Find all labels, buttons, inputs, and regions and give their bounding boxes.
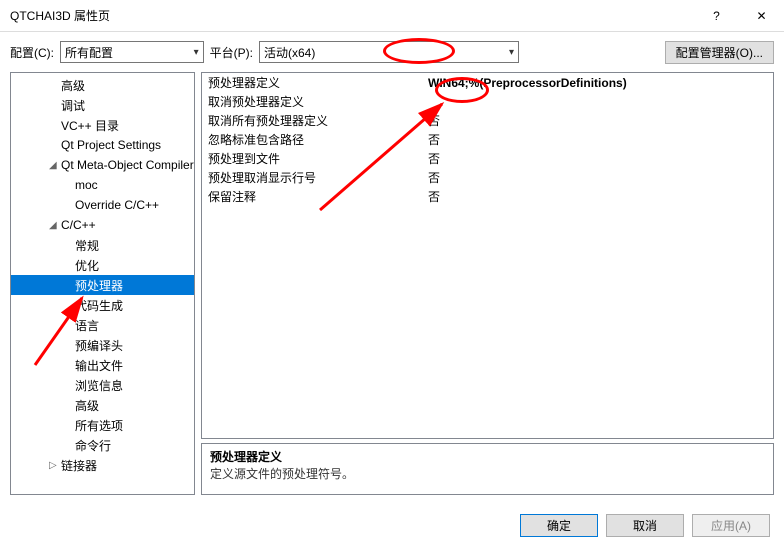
tree-item-label: 调试 <box>61 97 85 114</box>
tree-panel[interactable]: 高级调试VC++ 目录Qt Project Settings◢Qt Meta-O… <box>10 72 195 495</box>
property-row[interactable]: 取消所有预处理器定义否 <box>202 111 773 130</box>
tree-item[interactable]: 代码生成 <box>11 295 194 315</box>
platform-label: 平台(P): <box>210 44 253 61</box>
property-value: 否 <box>422 187 773 206</box>
tree-item[interactable]: 常规 <box>11 235 194 255</box>
tree-item[interactable]: Override C/C++ <box>11 195 194 215</box>
property-key: 预处理取消显示行号 <box>202 168 422 187</box>
tree-item[interactable]: 所有选项 <box>11 415 194 435</box>
property-row[interactable]: 预处理取消显示行号否 <box>202 168 773 187</box>
property-key: 取消预处理器定义 <box>202 92 422 111</box>
tree-item-label: 常规 <box>75 237 99 254</box>
platform-dropdown[interactable]: 活动(x64) ▾ <box>259 41 519 63</box>
tree-expander-icon: ◢ <box>49 160 61 171</box>
config-label: 配置(C): <box>10 44 54 61</box>
tree-item[interactable]: Qt Project Settings <box>11 135 194 155</box>
tree-item[interactable]: 浏览信息 <box>11 375 194 395</box>
property-value: 否 <box>422 168 773 187</box>
description-panel: 预处理器定义 定义源文件的预处理符号。 <box>201 443 774 495</box>
property-value: 否 <box>422 111 773 130</box>
tree-item[interactable]: 命令行 <box>11 435 194 455</box>
tree-item[interactable]: 输出文件 <box>11 355 194 375</box>
close-button[interactable]: ✕ <box>739 0 784 32</box>
tree-item[interactable]: 高级 <box>11 395 194 415</box>
tree-item[interactable]: ◢Qt Meta-Object Compiler <box>11 155 194 175</box>
tree-item[interactable]: 调试 <box>11 95 194 115</box>
property-row[interactable]: 保留注释否 <box>202 187 773 206</box>
tree-item-label: moc <box>75 178 98 192</box>
tree-item-label: 浏览信息 <box>75 377 123 394</box>
tree-item[interactable]: 语言 <box>11 315 194 335</box>
tree-item-label: 高级 <box>75 397 99 414</box>
tree-item[interactable]: ▷链接器 <box>11 455 194 475</box>
tree-item-label: Qt Meta-Object Compiler <box>61 158 194 172</box>
platform-value: 活动(x64) <box>264 44 509 61</box>
tree-item-label: 预编译头 <box>75 337 123 354</box>
tree-item-label: 语言 <box>75 317 99 334</box>
tree-item-label: C/C++ <box>61 218 96 232</box>
footer: 确定 取消 应用(A) <box>0 505 784 545</box>
main-area: 高级调试VC++ 目录Qt Project Settings◢Qt Meta-O… <box>0 62 784 505</box>
property-value: 否 <box>422 149 773 168</box>
property-key: 保留注释 <box>202 187 422 206</box>
tree-item[interactable]: moc <box>11 175 194 195</box>
apply-button[interactable]: 应用(A) <box>692 514 770 537</box>
tree-item-label: VC++ 目录 <box>61 117 119 134</box>
property-panel: 预处理器定义WIN64;%(PreprocessorDefinitions)取消… <box>201 72 774 439</box>
config-manager-button[interactable]: 配置管理器(O)... <box>665 41 774 64</box>
property-key: 预处理到文件 <box>202 149 422 168</box>
tree-item-label: 预处理器 <box>75 277 123 294</box>
property-row[interactable]: 预处理到文件否 <box>202 149 773 168</box>
description-body: 定义源文件的预处理符号。 <box>210 465 765 482</box>
property-value: 否 <box>422 130 773 149</box>
tree-item[interactable]: VC++ 目录 <box>11 115 194 135</box>
tree-item-label: 链接器 <box>61 457 97 474</box>
chevron-down-icon: ▾ <box>194 47 199 58</box>
chevron-down-icon: ▾ <box>509 47 514 58</box>
tree-item-label: 命令行 <box>75 437 111 454</box>
config-dropdown[interactable]: 所有配置 ▾ <box>60 41 204 63</box>
tree-item-label: 输出文件 <box>75 357 123 374</box>
property-key: 取消所有预处理器定义 <box>202 111 422 130</box>
property-key: 忽略标准包含路径 <box>202 130 422 149</box>
window-title: QTCHAI3D 属性页 <box>10 7 694 24</box>
property-value: WIN64;%(PreprocessorDefinitions) <box>422 73 773 92</box>
tree-item-label: 高级 <box>61 77 85 94</box>
property-row[interactable]: 忽略标准包含路径否 <box>202 130 773 149</box>
tree-expander-icon: ◢ <box>49 220 61 231</box>
tree-item[interactable]: 高级 <box>11 75 194 95</box>
config-row: 配置(C): 所有配置 ▾ 平台(P): 活动(x64) ▾ 配置管理器(O).… <box>0 32 784 62</box>
titlebar: QTCHAI3D 属性页 ? ✕ <box>0 0 784 32</box>
property-row[interactable]: 预处理器定义WIN64;%(PreprocessorDefinitions) <box>202 73 773 92</box>
description-title: 预处理器定义 <box>210 448 765 465</box>
tree-item-label: Override C/C++ <box>75 198 159 212</box>
property-value <box>422 92 773 111</box>
tree-expander-icon: ▷ <box>49 460 61 471</box>
tree-item-label: Qt Project Settings <box>61 138 161 152</box>
tree-item[interactable]: ◢C/C++ <box>11 215 194 235</box>
tree-item-label: 所有选项 <box>75 417 123 434</box>
property-row[interactable]: 取消预处理器定义 <box>202 92 773 111</box>
help-button[interactable]: ? <box>694 0 739 32</box>
tree-item[interactable]: 预编译头 <box>11 335 194 355</box>
property-key: 预处理器定义 <box>202 73 422 92</box>
cancel-button[interactable]: 取消 <box>606 514 684 537</box>
config-value: 所有配置 <box>65 44 194 61</box>
tree-item-label: 代码生成 <box>75 297 123 314</box>
tree-item[interactable]: 预处理器 <box>11 275 194 295</box>
ok-button[interactable]: 确定 <box>520 514 598 537</box>
tree-item[interactable]: 优化 <box>11 255 194 275</box>
tree-item-label: 优化 <box>75 257 99 274</box>
